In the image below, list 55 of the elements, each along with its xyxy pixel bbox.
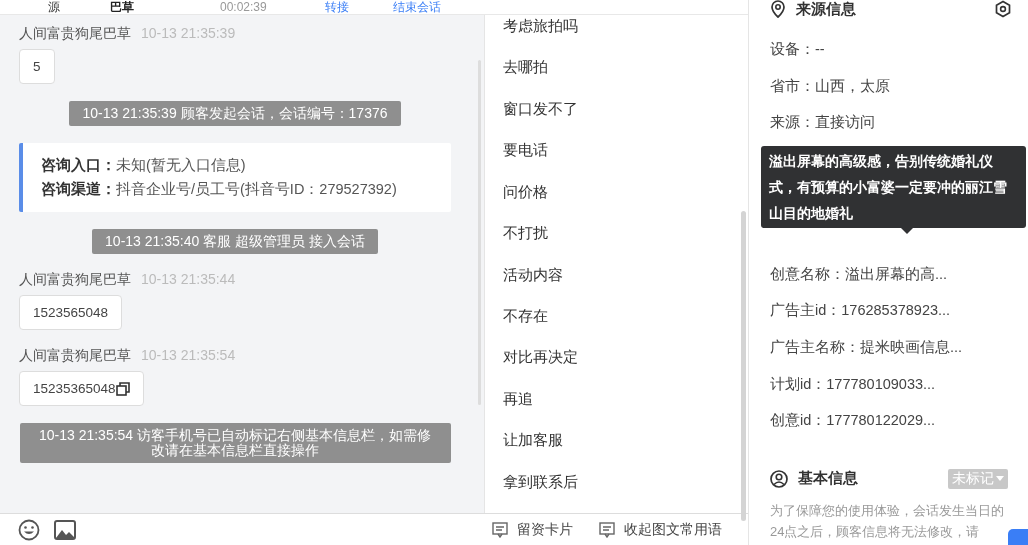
tooltip-arrow xyxy=(901,227,913,234)
quick-phrase[interactable]: 拿到联系后 xyxy=(485,471,748,514)
message-icon xyxy=(492,521,508,538)
session-timer: 00:02:39 xyxy=(220,0,267,14)
source-field: 来源：直接访问 xyxy=(770,104,1008,141)
settings-icon[interactable] xyxy=(994,0,1012,18)
source-field: 计划id：177780109033... xyxy=(770,365,1008,403)
quick-phrase[interactable]: 不打扰 xyxy=(485,223,748,265)
message-time: 10-13 21:35:44 xyxy=(141,271,236,289)
message-icon xyxy=(599,521,615,538)
section-title: 基本信息 xyxy=(798,469,858,489)
section-title: 来源信息 xyxy=(796,0,856,19)
caret-icon xyxy=(996,476,1004,482)
emoji-icon xyxy=(18,518,40,541)
sender-name: 人间富贵狗尾巴草 xyxy=(19,25,131,43)
source-field: 省市：山西，太原 xyxy=(770,67,1008,105)
notice-text: 为了保障您的使用体验，会话发生当日的24点之后，顾客信息将无法修改，请 xyxy=(770,501,1005,541)
quick-phrase[interactable]: 活动内容 xyxy=(485,264,748,306)
system-notice: 10-13 21:35:39 顾客发起会话，会话编号：17376 xyxy=(69,101,401,126)
user-icon xyxy=(770,469,788,488)
quick-phrase[interactable]: 不存在 xyxy=(485,305,748,348)
location-icon xyxy=(770,0,786,18)
system-notice: 10-13 21:35:40 客服 超级管理员 接入会话 xyxy=(92,229,378,254)
quick-phrase[interactable]: 对比再决定 xyxy=(485,347,748,389)
source-field: 广告主id：176285378923... xyxy=(770,292,1008,329)
message-time: 10-13 21:35:39 xyxy=(141,25,236,43)
message-time: 10-13 21:35:54 xyxy=(141,347,236,365)
copy-icon xyxy=(115,381,130,396)
consult-field: 咨询入口：未知(暂无入口信息) xyxy=(41,156,433,175)
sender-name: 人间富贵狗尾巴草 xyxy=(19,271,131,289)
image-icon xyxy=(54,519,76,540)
customer-name: 巴草 xyxy=(110,0,134,14)
quick-phrase[interactable]: 窗口发不了 xyxy=(485,98,748,141)
source-field: 创意名称：溢出屏幕的高... xyxy=(770,255,1008,293)
header-text: 源 xyxy=(48,0,60,14)
message-bubble: 15235365048 xyxy=(19,371,144,406)
system-notice: 10-13 21:35:54 访客手机号已自动标记右侧基本信息栏，如需修改请在基本信息栏直接操作 xyxy=(19,423,451,463)
sender-name: 人间富贵狗尾巴草 xyxy=(19,347,131,365)
header-link[interactable]: 结束会话 xyxy=(393,0,441,14)
quick-phrase[interactable]: 要电话 xyxy=(485,140,748,182)
source-field: 设备：-- xyxy=(770,31,1008,68)
source-field: 广告主名称：提米映画信息... xyxy=(770,328,1008,366)
toolbar-action[interactable]: 留资卡片 xyxy=(492,520,573,539)
scrollbar[interactable] xyxy=(741,211,746,521)
quick-phrase[interactable]: 去哪拍 xyxy=(485,57,748,99)
quick-phrase[interactable]: 问价格 xyxy=(485,181,748,224)
message-bubble: 5 xyxy=(19,49,55,84)
quick-phrase[interactable]: 让加客服 xyxy=(485,430,748,472)
consult-field: 咨询渠道：抖音企业号/员工号(抖音号ID：279527392) xyxy=(41,180,433,199)
message-bubble: 1523565048 xyxy=(19,295,123,330)
source-field: 创意id：177780122029... xyxy=(770,402,1008,439)
quick-phrase[interactable]: 再追 xyxy=(485,388,748,431)
quick-phrase[interactable]: 考虑旅拍吗 xyxy=(485,16,748,58)
toolbar-action[interactable]: 收起图文常用语 xyxy=(599,520,722,539)
header-link[interactable]: 转接 xyxy=(325,0,349,14)
